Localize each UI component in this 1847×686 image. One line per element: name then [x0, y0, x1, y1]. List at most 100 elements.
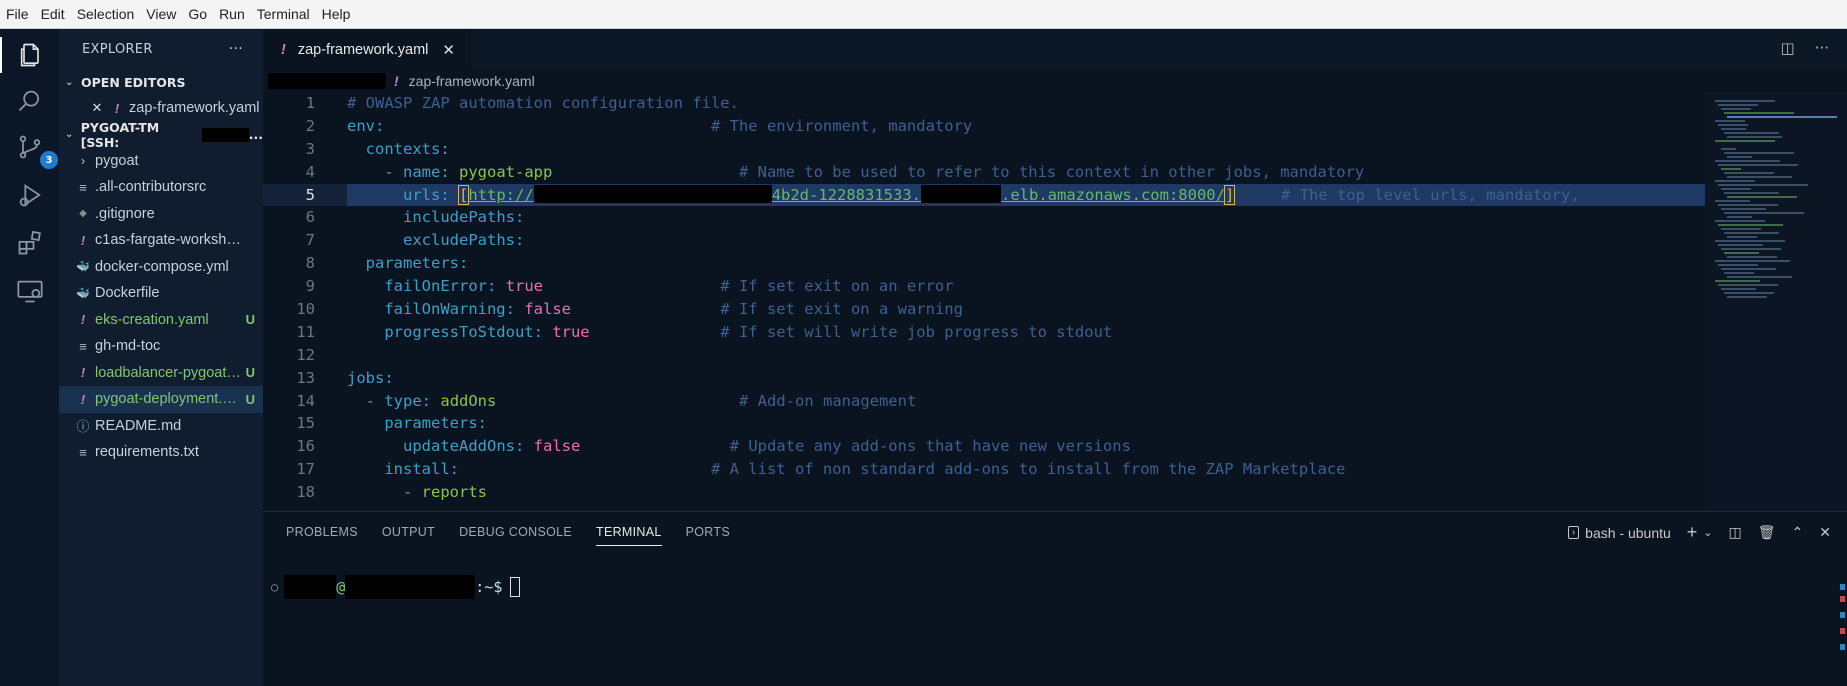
- minimap[interactable]: [1705, 92, 1847, 511]
- breadcrumb-file[interactable]: zap-framework.yaml: [409, 73, 535, 89]
- file-tree: › pygoat ≡ .all-contributorsrc ◆ .gitignore! c…: [59, 148, 263, 466]
- file-item[interactable]: ≡ requirements.txt: [59, 439, 263, 466]
- file-item[interactable]: ! loadbalancer-pygoat.yamlU: [59, 360, 263, 387]
- minimap-line: [1727, 176, 1792, 178]
- code-line: 2 env: # The environment, mandatory: [263, 115, 1705, 138]
- trash-icon[interactable]: 🗑: [1758, 524, 1776, 541]
- info-icon: ⓘ: [76, 419, 90, 435]
- line-text: contexts:: [347, 138, 450, 161]
- tab-terminal[interactable]: TERMINAL: [596, 512, 662, 552]
- code-view[interactable]: 1 # OWASP ZAP automation configuration fi…: [263, 92, 1705, 511]
- tab-debug-console[interactable]: DEBUG CONSOLE: [459, 512, 572, 552]
- file-item[interactable]: ≡ .all-contributorsrc: [59, 174, 263, 201]
- close-icon[interactable]: ✕: [442, 41, 455, 59]
- yaml-key: contexts:: [365, 139, 450, 158]
- url-part[interactable]: 4b2d-1228831533.: [772, 186, 921, 204]
- open-editors-label: OPEN EDITORS: [81, 74, 186, 90]
- file-item[interactable]: ! c1as-fargate-workshop.yaml: [59, 227, 263, 254]
- close-icon[interactable]: ✕: [89, 100, 105, 116]
- menu-go[interactable]: Go: [188, 6, 207, 22]
- minimap-line: [1715, 160, 1780, 162]
- file-item[interactable]: ! pygoat-deployment.yaml U: [59, 386, 263, 413]
- new-terminal-icon[interactable]: +: [1687, 522, 1698, 543]
- file-item[interactable]: 🐳 Dockerfile: [59, 280, 263, 307]
- terminal-prompt[interactable]: ○ @ :~$: [271, 572, 521, 602]
- minimap-line: [1715, 200, 1750, 202]
- search-icon[interactable]: [12, 83, 48, 119]
- menu-selection[interactable]: Selection: [77, 6, 135, 22]
- more-actions-icon[interactable]: ···: [229, 41, 243, 57]
- open-editor-item[interactable]: ✕ ! zap-framework.yaml: [59, 95, 263, 122]
- split-editor-icon[interactable]: ◫: [1781, 39, 1795, 57]
- redacted-block: [201, 127, 249, 142]
- workspace-header[interactable]: ⌄ PYGOAT-TM [SSH: ...: [59, 120, 263, 150]
- menu-file[interactable]: File: [6, 6, 29, 22]
- run-debug-icon[interactable]: [12, 177, 48, 213]
- file-item[interactable]: 🐳 docker-compose.yml: [59, 254, 263, 281]
- yaml-value: true: [552, 322, 590, 341]
- terminal-selector[interactable]: › bash - ubuntu: [1567, 525, 1671, 541]
- chevron-up-icon[interactable]: ⌃: [1792, 524, 1804, 541]
- code-line: 7 excludePaths:: [263, 229, 1705, 252]
- yaml-dash: -: [384, 162, 403, 181]
- minimap-line: [1715, 240, 1785, 242]
- minimap-line: [1718, 284, 1778, 286]
- open-editors-header[interactable]: ⌄ OPEN EDITORS: [59, 69, 263, 95]
- menu-edit[interactable]: Edit: [41, 6, 65, 22]
- comment: # If set exit on an error: [720, 277, 954, 296]
- menu-run[interactable]: Run: [219, 6, 245, 22]
- line-number: 9: [305, 277, 315, 296]
- tab-problems[interactable]: PROBLEMS: [286, 512, 358, 552]
- minimap-line: [1727, 136, 1782, 138]
- line-text: urls: [http:// 4b2d-1228831533. .elb.amazo…: [347, 184, 1580, 207]
- more-actions-icon[interactable]: ···: [1815, 39, 1829, 57]
- menu-help[interactable]: Help: [322, 6, 351, 22]
- open-editor-name: zap-framework.yaml: [129, 100, 260, 117]
- minimap-line: [1721, 288, 1756, 290]
- code-line: 13 jobs:: [263, 367, 1705, 390]
- bottom-panel: PROBLEMS OUTPUT DEBUG CONSOLE TERMINAL P…: [263, 511, 1847, 686]
- activity-bar: 3: [0, 29, 59, 686]
- file-item[interactable]: ! eks-creation.yaml U: [59, 307, 263, 334]
- remote-explorer-icon[interactable]: [12, 273, 48, 309]
- extensions-icon[interactable]: [12, 225, 48, 261]
- comment: # A list of non standard add-ons to inst…: [710, 460, 1346, 479]
- url-part[interactable]: .elb.amazonaws.com:8000/: [1001, 186, 1225, 204]
- file-item[interactable]: ⓘ README.md: [59, 413, 263, 440]
- explorer-icon[interactable]: [0, 37, 59, 73]
- tab-output[interactable]: OUTPUT: [382, 512, 435, 552]
- line-text: env: # The environment, mandatory: [347, 115, 972, 138]
- minimap-line: [1718, 184, 1808, 186]
- minimap-line: [1724, 112, 1794, 114]
- minimap-line: [1721, 148, 1736, 150]
- line-number: 12: [296, 345, 315, 364]
- tab-ports[interactable]: PORTS: [686, 512, 730, 552]
- file-item[interactable]: ≡ gh-md-toc: [59, 333, 263, 360]
- file-item[interactable]: › pygoat: [59, 148, 263, 175]
- code-line: 12: [263, 344, 1705, 367]
- split-terminal-icon[interactable]: ◫: [1729, 524, 1742, 541]
- minimap-line: [1727, 116, 1837, 118]
- menu-terminal[interactable]: Terminal: [257, 6, 310, 22]
- file-name: requirements.txt: [95, 444, 199, 461]
- comment: # OWASP ZAP automation configuration fil…: [347, 94, 739, 112]
- line-text: - reports: [347, 481, 487, 504]
- minimap-line: [1721, 188, 1751, 190]
- yaml-key: failOnError:: [384, 277, 497, 296]
- yaml-value: addOns: [440, 391, 497, 410]
- yaml-value: reports: [421, 483, 487, 502]
- explorer-title-bar: EXPLORER ···: [59, 29, 263, 69]
- tab-zap-framework[interactable]: ! zap-framework.yaml ✕: [263, 29, 471, 70]
- comment: # If set exit on a warning: [720, 300, 963, 319]
- source-control-icon[interactable]: 3: [12, 129, 58, 169]
- editor-area: ! zap-framework.yaml ✕ ◫ ··· ! zap-frame…: [263, 29, 1847, 511]
- file-item[interactable]: ◆ .gitignore: [59, 201, 263, 228]
- url-part[interactable]: http://: [468, 186, 533, 204]
- chevron-down-icon[interactable]: ⌄: [1703, 526, 1712, 539]
- close-icon[interactable]: ✕: [1819, 524, 1831, 541]
- line-number: 14: [296, 391, 315, 410]
- terminal-cursor: [510, 577, 521, 597]
- menu-view[interactable]: View: [146, 6, 176, 22]
- minimap-line: [1721, 248, 1781, 250]
- panel-actions: › bash - ubuntu + ⌄ ◫ 🗑 ⌃ ✕: [1567, 522, 1831, 543]
